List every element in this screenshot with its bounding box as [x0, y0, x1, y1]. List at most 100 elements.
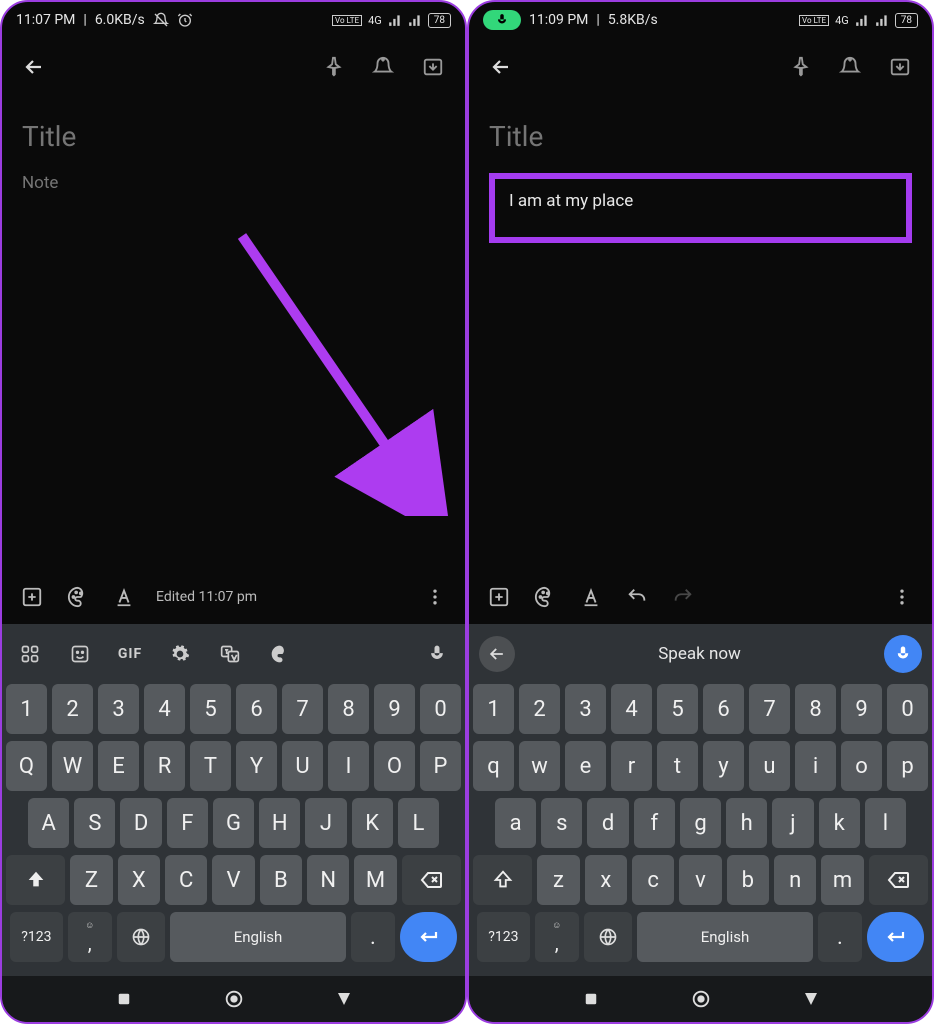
pin-button[interactable]	[780, 47, 820, 87]
key-w[interactable]: W	[52, 741, 93, 791]
key-c[interactable]: c	[632, 855, 674, 905]
key-lang[interactable]	[584, 912, 632, 962]
key-z[interactable]: Z	[70, 855, 112, 905]
key-9[interactable]: 9	[841, 684, 882, 734]
key-7[interactable]: 7	[749, 684, 790, 734]
key-x[interactable]: x	[585, 855, 627, 905]
key-h[interactable]: h	[726, 798, 767, 848]
key-space[interactable]: English	[170, 912, 346, 962]
key-4[interactable]: 4	[611, 684, 652, 734]
key-z[interactable]: z	[537, 855, 579, 905]
mic-active-button[interactable]	[884, 635, 922, 673]
key-8[interactable]: 8	[795, 684, 836, 734]
key-j[interactable]: j	[772, 798, 813, 848]
text-format-button[interactable]	[104, 577, 144, 617]
key-lang[interactable]	[117, 912, 165, 962]
key-4[interactable]: 4	[144, 684, 185, 734]
key-symbols[interactable]: ?123	[10, 912, 63, 962]
key-v[interactable]: v	[679, 855, 721, 905]
key-r[interactable]: R	[144, 741, 185, 791]
key-2[interactable]: 2	[519, 684, 560, 734]
note-input[interactable]	[22, 167, 445, 199]
key-j[interactable]: J	[305, 798, 346, 848]
key-a[interactable]: A	[28, 798, 69, 848]
key-l[interactable]: L	[398, 798, 439, 848]
more-button[interactable]	[415, 577, 455, 617]
key-comma[interactable]: ☺,	[535, 912, 579, 962]
key-8[interactable]: 8	[328, 684, 369, 734]
key-m[interactable]: M	[354, 855, 396, 905]
key-3[interactable]: 3	[98, 684, 139, 734]
key-u[interactable]: U	[282, 741, 323, 791]
key-f[interactable]: f	[634, 798, 675, 848]
key-l[interactable]: l	[865, 798, 906, 848]
key-i[interactable]: I	[328, 741, 369, 791]
key-d[interactable]: d	[587, 798, 628, 848]
key-0[interactable]: 0	[420, 684, 461, 734]
key-n[interactable]: n	[774, 855, 816, 905]
key-enter[interactable]	[867, 912, 924, 962]
key-h[interactable]: H	[259, 798, 300, 848]
mic-button[interactable]	[419, 636, 455, 672]
key-5[interactable]: 5	[190, 684, 231, 734]
key-5[interactable]: 5	[657, 684, 698, 734]
key-y[interactable]: y	[703, 741, 744, 791]
key-t[interactable]: t	[657, 741, 698, 791]
key-f[interactable]: F	[167, 798, 208, 848]
key-q[interactable]: Q	[6, 741, 47, 791]
pin-button[interactable]	[313, 47, 353, 87]
nav-home[interactable]	[690, 988, 712, 1010]
key-b[interactable]: B	[260, 855, 302, 905]
key-m[interactable]: m	[821, 855, 863, 905]
key-9[interactable]: 9	[374, 684, 415, 734]
reminder-button[interactable]	[363, 47, 403, 87]
back-button[interactable]	[481, 47, 521, 87]
key-e[interactable]: e	[565, 741, 606, 791]
archive-button[interactable]	[413, 47, 453, 87]
add-button[interactable]	[12, 577, 52, 617]
key-period[interactable]: .	[351, 912, 395, 962]
key-w[interactable]: w	[519, 741, 560, 791]
nav-home[interactable]	[223, 988, 245, 1010]
key-d[interactable]: D	[120, 798, 161, 848]
key-x[interactable]: X	[118, 855, 160, 905]
key-space[interactable]: English	[637, 912, 813, 962]
key-g[interactable]: g	[680, 798, 721, 848]
key-7[interactable]: 7	[282, 684, 323, 734]
theme-icon[interactable]	[262, 636, 298, 672]
key-a[interactable]: a	[495, 798, 536, 848]
key-symbols[interactable]: ?123	[477, 912, 530, 962]
title-input[interactable]	[22, 106, 445, 167]
key-shift[interactable]	[473, 855, 532, 905]
key-q[interactable]: q	[473, 741, 514, 791]
key-p[interactable]: P	[420, 741, 461, 791]
nav-back[interactable]	[335, 990, 353, 1008]
gif-button[interactable]: GIF	[112, 636, 148, 672]
translate-icon[interactable]	[212, 636, 248, 672]
key-v[interactable]: V	[212, 855, 254, 905]
key-i[interactable]: i	[795, 741, 836, 791]
redo-button[interactable]	[663, 577, 703, 617]
key-o[interactable]: O	[374, 741, 415, 791]
key-backspace[interactable]	[869, 855, 928, 905]
key-t[interactable]: T	[190, 741, 231, 791]
archive-button[interactable]	[880, 47, 920, 87]
key-g[interactable]: G	[213, 798, 254, 848]
key-enter[interactable]	[400, 912, 457, 962]
key-p[interactable]: p	[887, 741, 928, 791]
key-e[interactable]: E	[98, 741, 139, 791]
undo-button[interactable]	[617, 577, 657, 617]
key-b[interactable]: b	[727, 855, 769, 905]
palette-button[interactable]	[58, 577, 98, 617]
nav-back[interactable]	[802, 990, 820, 1008]
key-k[interactable]: K	[352, 798, 393, 848]
key-comma[interactable]: ☺,	[68, 912, 112, 962]
key-0[interactable]: 0	[887, 684, 928, 734]
sticker-icon[interactable]	[62, 636, 98, 672]
key-y[interactable]: Y	[236, 741, 277, 791]
key-1[interactable]: 1	[473, 684, 514, 734]
key-u[interactable]: u	[749, 741, 790, 791]
key-period[interactable]: .	[818, 912, 862, 962]
key-s[interactable]: s	[541, 798, 582, 848]
key-shift[interactable]	[6, 855, 65, 905]
